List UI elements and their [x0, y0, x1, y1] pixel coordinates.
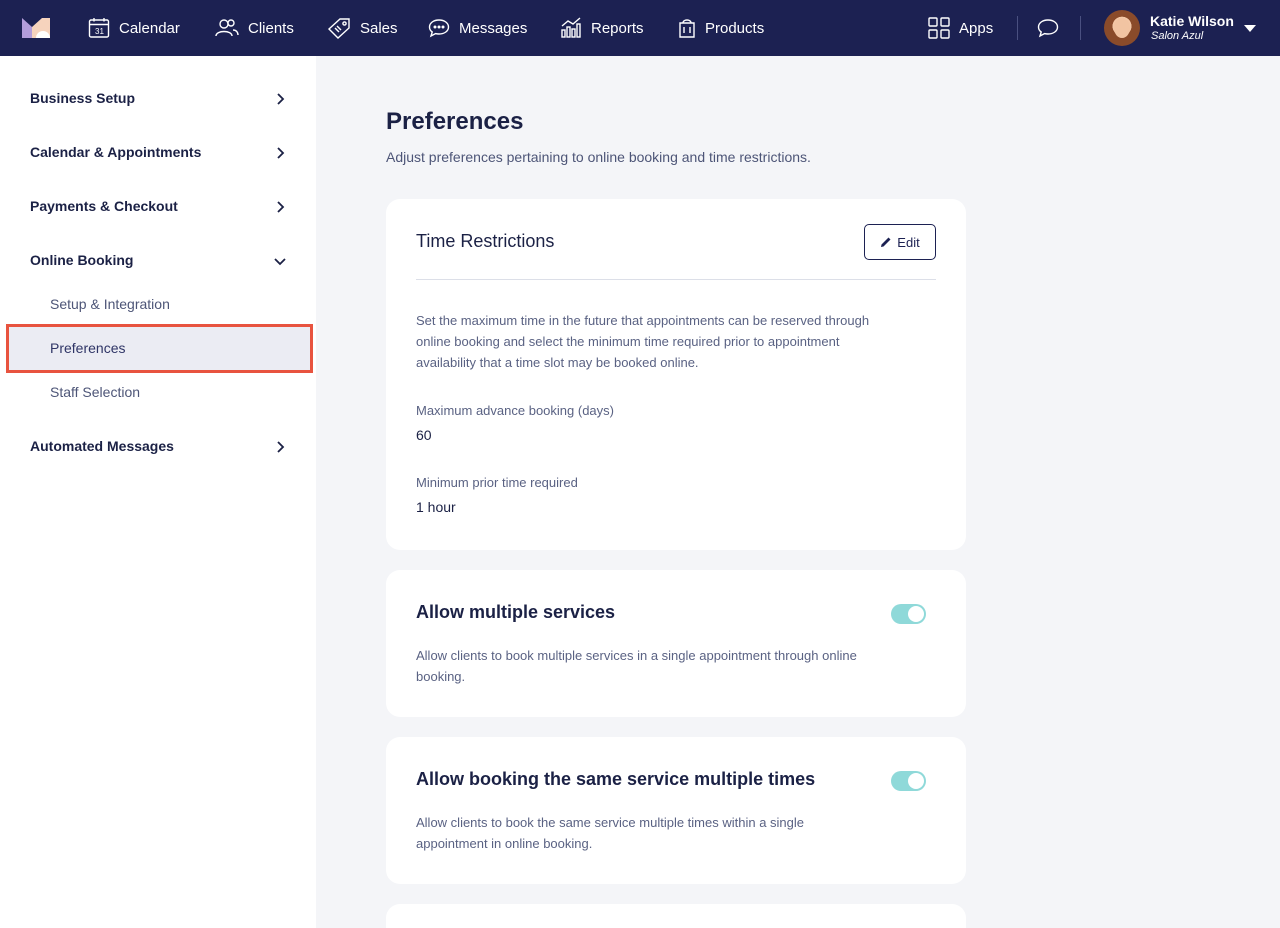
sidebar-section-calendar-appointments[interactable]: Calendar & Appointments: [30, 144, 201, 160]
clients-icon: [215, 19, 239, 37]
card-title: Allow booking the same service multiple …: [416, 769, 816, 789]
min-prior-label: Minimum prior time required: [416, 475, 578, 490]
page-subtitle: Adjust preferences pertaining to online …: [386, 149, 811, 165]
sidebar-section-automated-messages[interactable]: Automated Messages: [30, 438, 174, 454]
sidebar: Business Setup Calendar & Appointments P…: [0, 56, 316, 928]
nav-sales-label: Sales: [360, 19, 398, 37]
nav-reports[interactable]: Reports: [560, 0, 644, 56]
multiple-services-card: Allow multiple services Allow clients to…: [386, 570, 966, 717]
nav-clients-label: Clients: [248, 19, 294, 37]
apps-grid-icon: [928, 17, 950, 39]
sidebar-item-staff-selection[interactable]: Staff Selection: [50, 384, 140, 400]
same-service-toggle[interactable]: [891, 771, 926, 791]
chevron-down-icon[interactable]: [273, 254, 287, 268]
edit-button[interactable]: Edit: [864, 224, 936, 260]
bag-icon: [679, 19, 695, 38]
sidebar-item-setup-integration[interactable]: Setup & Integration: [50, 296, 170, 312]
card-description: Allow clients to book the same service m…: [416, 815, 805, 851]
card-description: Allow clients to book multiple services …: [416, 648, 857, 684]
nav-sales[interactable]: Sales: [327, 0, 398, 56]
nav-clients[interactable]: Clients: [215, 0, 294, 56]
nav-messages[interactable]: Messages: [428, 0, 527, 56]
chevron-right-icon[interactable]: [273, 146, 287, 160]
edit-label: Edit: [897, 234, 920, 250]
top-nav: 31 Calendar Clients Sales Messages Repor…: [0, 0, 1280, 56]
card-title: Time Restrictions: [416, 231, 555, 251]
nav-products[interactable]: Products: [678, 0, 764, 56]
chevron-right-icon[interactable]: [273, 92, 287, 106]
sidebar-section-business-setup[interactable]: Business Setup: [30, 90, 135, 106]
min-prior-value: 1 hour: [416, 499, 456, 515]
sidebar-item-label: Preferences: [50, 340, 126, 356]
bar-chart-icon: [561, 17, 581, 38]
chevron-right-icon[interactable]: [273, 440, 287, 454]
nav-calendar-label: Calendar: [119, 19, 180, 37]
sidebar-section-online-booking[interactable]: Online Booking: [30, 252, 133, 268]
divider: [416, 279, 936, 280]
card-title: Allow multiple services: [416, 602, 616, 622]
user-menu-caret-icon[interactable]: [1244, 25, 1256, 32]
app-logo[interactable]: [22, 18, 50, 38]
tag-icon: [327, 18, 350, 39]
card-description: Set the maximum time in the future that …: [416, 313, 870, 370]
user-org: Salon Azul: [1151, 30, 1204, 42]
max-advance-label: Maximum advance booking (days): [416, 403, 614, 418]
toggle-knob: [908, 606, 924, 622]
nav-divider: [1080, 16, 1081, 40]
chevron-right-icon[interactable]: [273, 200, 287, 214]
same-service-card: Allow booking the same service multiple …: [386, 737, 966, 884]
nav-divider: [1017, 16, 1018, 40]
nav-messages-label: Messages: [459, 19, 528, 37]
calendar-day: 31: [95, 27, 104, 36]
nav-calendar[interactable]: 31 Calendar: [88, 0, 180, 56]
multiple-services-toggle[interactable]: [891, 604, 926, 624]
nav-apps-label: Apps: [959, 19, 994, 37]
calendar-icon: 31: [88, 18, 110, 38]
chat-icon: [428, 19, 450, 38]
time-restrictions-card: Time Restrictions Edit Set the maximum t…: [386, 199, 966, 550]
sidebar-item-preferences[interactable]: Preferences: [6, 324, 313, 373]
page-title: Preferences: [386, 108, 524, 135]
nav-reports-label: Reports: [591, 19, 644, 37]
chat-bubble-icon[interactable]: [1037, 18, 1059, 38]
sidebar-section-payments-checkout[interactable]: Payments & Checkout: [30, 198, 178, 214]
nav-products-label: Products: [705, 19, 765, 37]
user-name[interactable]: Katie Wilson: [1150, 13, 1234, 29]
nav-apps[interactable]: Apps: [928, 0, 993, 56]
next-card: [386, 904, 966, 928]
avatar[interactable]: [1104, 10, 1140, 46]
pencil-icon: [881, 237, 891, 247]
toggle-knob: [908, 773, 924, 789]
max-advance-value: 60: [416, 427, 432, 443]
